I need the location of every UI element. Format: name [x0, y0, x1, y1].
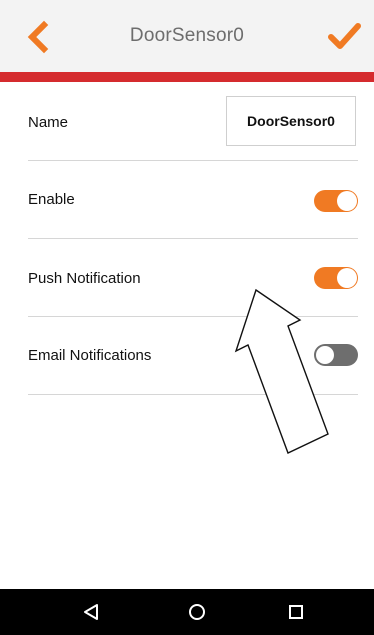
push-notification-toggle[interactable] — [314, 267, 358, 289]
name-label: Name — [28, 114, 69, 131]
header-accent-bar — [0, 72, 374, 82]
divider — [28, 238, 358, 239]
chevron-left-icon — [27, 20, 49, 54]
name-input[interactable] — [226, 96, 356, 146]
divider — [28, 160, 358, 161]
nav-back-button[interactable] — [77, 599, 105, 625]
nav-home-button[interactable] — [183, 599, 211, 625]
back-button[interactable] — [22, 20, 56, 54]
page-title: DoorSensor0 — [129, 25, 245, 46]
device-settings-screen: DoorSensor0 Name Enable Push Notificatio… — [0, 0, 374, 635]
email-notifications-label: Email Notifications — [28, 347, 152, 364]
toggle-knob — [337, 268, 357, 288]
recents-square-icon — [289, 605, 303, 619]
system-nav-bar — [0, 589, 374, 635]
outline-arrow-icon — [234, 288, 329, 454]
checkmark-icon — [328, 23, 361, 49]
push-notification-label: Push Notification — [28, 270, 141, 287]
nav-recents-button[interactable] — [282, 599, 310, 625]
enable-label: Enable — [28, 191, 75, 208]
enable-toggle[interactable] — [314, 190, 358, 212]
header-bar: DoorSensor0 — [0, 0, 374, 72]
home-circle-icon — [189, 604, 205, 620]
confirm-button[interactable] — [326, 20, 362, 54]
back-triangle-icon — [84, 604, 98, 620]
toggle-knob — [337, 191, 357, 211]
